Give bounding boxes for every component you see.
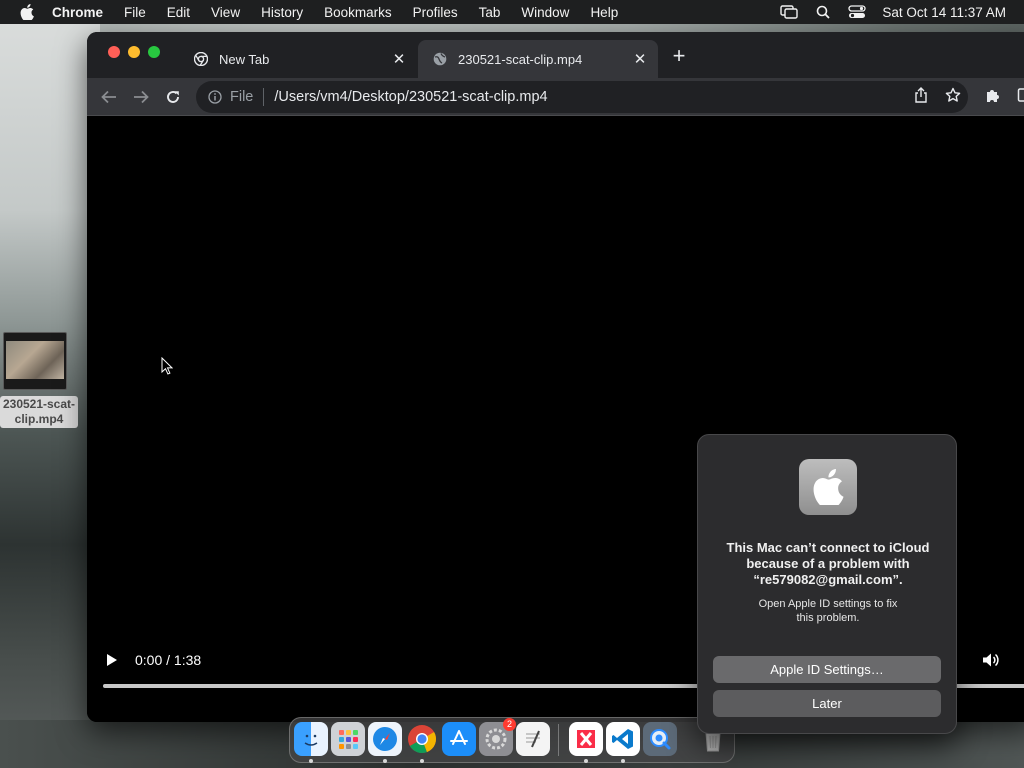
zoom-window-button[interactable] (148, 46, 160, 58)
apple-id-settings-button[interactable]: Apple ID Settings… (713, 656, 941, 683)
volume-icon[interactable] (981, 651, 1001, 669)
video-time-readout: 0:00 / 1:38 (135, 652, 202, 668)
play-icon[interactable] (104, 652, 120, 668)
tab-title: New Tab (219, 51, 270, 67)
desktop-file-label: 230521-scat- clip.mp4 (0, 396, 78, 428)
back-arrow-icon[interactable] (99, 87, 119, 107)
running-indicator (584, 759, 588, 763)
menu-history[interactable]: History (261, 5, 303, 20)
close-tab-icon[interactable]: ✕ (632, 51, 648, 68)
bookmark-star-icon[interactable] (944, 86, 962, 104)
dock: 2 (289, 717, 735, 763)
finder-icon[interactable] (294, 722, 328, 756)
menubar-clock[interactable]: Sat Oct 14 11:37 AM (882, 5, 1006, 20)
running-indicator (621, 759, 625, 763)
video-thumbnail (3, 332, 67, 390)
icloud-alert-notification: This Mac can’t connect to iCloud because… (697, 434, 957, 734)
browser-toolbar: File /Users/vm4/Desktop/230521-scat-clip… (87, 78, 1024, 116)
control-center-icon[interactable] (848, 4, 867, 20)
menu-help[interactable]: Help (590, 5, 618, 20)
vscode-icon[interactable] (606, 722, 640, 756)
menu-chrome[interactable]: Chrome (52, 5, 103, 20)
menu-file[interactable]: File (124, 5, 146, 20)
chrome-icon[interactable] (405, 722, 439, 756)
running-indicator (383, 759, 387, 763)
spotlight-search-icon[interactable] (814, 4, 832, 20)
tab-video-file[interactable]: 230521-scat-clip.mp4 ✕ (418, 40, 658, 78)
side-panel-icon[interactable] (1016, 86, 1024, 104)
share-icon[interactable] (912, 86, 930, 104)
news-icon[interactable] (569, 722, 603, 756)
close-window-button[interactable] (108, 46, 120, 58)
running-indicator (309, 759, 313, 763)
notification-badge: 2 (503, 718, 516, 731)
site-info-icon[interactable] (207, 89, 223, 105)
later-button[interactable]: Later (713, 690, 941, 717)
menu-tab[interactable]: Tab (479, 5, 501, 20)
launchpad-icon[interactable] (331, 722, 365, 756)
safari-icon[interactable] (368, 722, 402, 756)
tab-strip: New Tab ✕ 230521-scat-clip.mp4 ✕ + (87, 32, 1024, 78)
apple-menu-icon[interactable] (18, 3, 36, 21)
dock-separator (558, 724, 559, 756)
tab-title: 230521-scat-clip.mp4 (458, 51, 583, 67)
forward-arrow-icon[interactable] (131, 87, 151, 107)
tab-new-tab[interactable]: New Tab ✕ (179, 40, 417, 78)
menu-bookmarks[interactable]: Bookmarks (324, 5, 392, 20)
extensions-puzzle-icon[interactable] (984, 86, 1002, 104)
menu-edit[interactable]: Edit (167, 5, 190, 20)
mouse-cursor-icon (161, 357, 173, 375)
address-bar[interactable]: File /Users/vm4/Desktop/230521-scat-clip… (196, 81, 968, 113)
chrome-logo-icon (193, 51, 209, 67)
apple-logo-icon (799, 459, 857, 515)
screen-mirroring-icon[interactable] (780, 4, 799, 20)
url-text[interactable]: /Users/vm4/Desktop/230521-scat-clip.mp4 (274, 89, 547, 105)
url-scheme-label: File (230, 89, 254, 105)
notification-headline: This Mac can’t connect to iCloud because… (726, 540, 930, 587)
running-indicator (420, 759, 424, 763)
menu-bar: Chrome File Edit View History Bookmarks … (0, 0, 1024, 24)
textedit-icon[interactable] (516, 722, 550, 756)
notification-body: Open Apple ID settings to fix this probl… (758, 598, 898, 624)
minimize-window-button[interactable] (128, 46, 140, 58)
new-tab-plus-icon[interactable]: + (670, 45, 688, 67)
quicktime-icon[interactable] (643, 722, 677, 756)
system-settings-icon[interactable]: 2 (479, 718, 516, 756)
reload-icon[interactable] (163, 87, 183, 107)
globe-icon (432, 51, 448, 67)
menu-window[interactable]: Window (521, 5, 569, 20)
close-tab-icon[interactable]: ✕ (391, 51, 407, 68)
app-store-icon[interactable] (442, 722, 476, 756)
menu-profiles[interactable]: Profiles (413, 5, 458, 20)
menu-view[interactable]: View (211, 5, 240, 20)
omnibox-divider (263, 88, 265, 106)
